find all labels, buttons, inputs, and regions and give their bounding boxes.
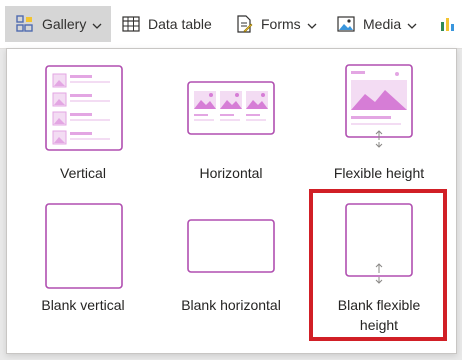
gallery-dropdown-menu: Vertical Horizontal Flexible height Blan… xyxy=(6,48,457,354)
media-label: Media xyxy=(363,16,402,32)
data-table-label: Data table xyxy=(148,16,212,32)
gallery-option-flexible-height[interactable]: Flexible height xyxy=(305,57,453,181)
image-icon xyxy=(337,16,355,32)
gallery-option-label: Horizontal xyxy=(199,165,263,181)
forms-label: Forms xyxy=(261,16,301,32)
gallery-option-blank-flexible-height[interactable]: Blank flexible height xyxy=(305,195,453,335)
gallery-option-horizontal[interactable]: Horizontal xyxy=(157,57,305,181)
gallery-option-blank-horizontal[interactable]: Blank horizontal xyxy=(157,195,305,315)
forms-dropdown-button[interactable]: Forms xyxy=(235,6,317,42)
gallery-label: Gallery xyxy=(42,16,87,32)
gallery-icon xyxy=(16,15,34,33)
gallery-option-label: Flexible height xyxy=(333,165,425,181)
insert-ribbon: Gallery Data table Forms Media xyxy=(0,0,462,49)
data-table-button[interactable]: Data table xyxy=(122,6,212,42)
blank-flexible-height-gallery-icon xyxy=(345,203,413,284)
gallery-option-label: Vertical xyxy=(60,165,106,181)
flexible-height-gallery-icon xyxy=(345,64,413,148)
form-icon xyxy=(235,15,253,33)
chevron-down-icon xyxy=(307,16,317,32)
gallery-option-vertical[interactable]: Vertical xyxy=(9,57,157,181)
chevron-down-icon xyxy=(92,16,102,32)
horizontal-gallery-icon xyxy=(187,81,275,135)
charts-button[interactable] xyxy=(440,6,458,42)
gallery-option-label: Blank horizontal xyxy=(181,297,281,313)
blank-horizontal-gallery-icon xyxy=(187,219,275,273)
chart-icon xyxy=(440,16,458,32)
gallery-option-label: Blank flexible height xyxy=(337,297,421,333)
blank-vertical-gallery-icon xyxy=(45,203,123,289)
media-dropdown-button[interactable]: Media xyxy=(337,6,417,42)
gallery-option-blank-vertical[interactable]: Blank vertical xyxy=(9,195,157,315)
gallery-dropdown-button[interactable]: Gallery xyxy=(5,6,111,42)
vertical-gallery-icon xyxy=(45,65,123,151)
gallery-option-label: Blank vertical xyxy=(41,297,125,313)
chevron-down-icon xyxy=(407,16,417,32)
table-icon xyxy=(122,16,140,32)
